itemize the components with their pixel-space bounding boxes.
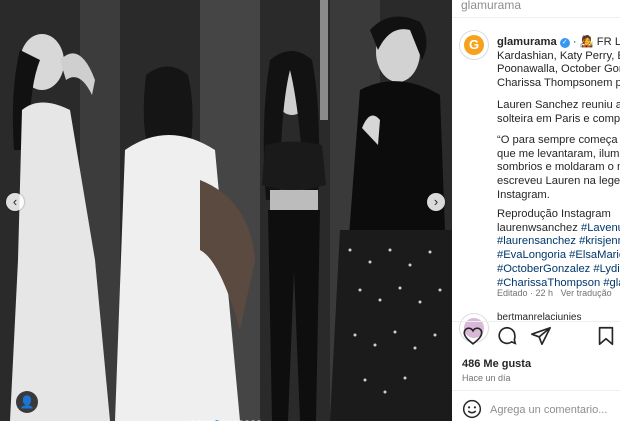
caption-text: Instagram.: [497, 188, 550, 201]
caption-text: Lauren Sanchez reuniu algun: [497, 99, 620, 111]
hashtag-link[interactable]: #laurensanchez #krisjenner #: [497, 235, 620, 249]
post-sidebar: glamurama G glamurama ✓ · 🧑‍🎤 FR Lauren …: [452, 0, 620, 421]
carousel-prev-button[interactable]: ‹: [6, 193, 24, 211]
user-tag-icon[interactable]: 👤: [16, 391, 38, 413]
post-header-username[interactable]: glamurama: [461, 0, 521, 12]
caption-text: laurenwsanchez: [497, 221, 578, 234]
header-divider: [452, 17, 620, 18]
comment-icon[interactable]: [496, 325, 518, 347]
caption-text: Charissa Thompsonem para: [497, 77, 620, 90]
photo-illustration: [0, 0, 452, 421]
see-translation-link[interactable]: Ver tradução: [561, 288, 612, 298]
caption-text: solteira em Paris e compartil: [497, 112, 620, 125]
post-timestamp: Hace un día: [462, 373, 511, 383]
likes-count[interactable]: 486 Me gusta: [462, 358, 531, 370]
author-avatar[interactable]: G: [459, 30, 489, 60]
actions-divider: [452, 321, 620, 322]
caption-text: escreveu Lauren na legenda: [497, 175, 620, 188]
caption-text: Kardashian, Katy Perry, Eva L: [497, 49, 620, 62]
caption-text: sombrios e moldaram o meu: [497, 161, 620, 174]
share-icon[interactable]: [530, 325, 552, 347]
caption-line-1: glamurama ✓ · 🧑‍🎤 FR Lauren: [497, 36, 620, 50]
carousel-indicator: [0, 413, 452, 421]
add-comment-input[interactable]: Agrega un comentario...: [490, 404, 607, 416]
edited-timestamp: Editado · 22 h: [497, 288, 554, 298]
caption-text: Poonawalla, October Gonzale: [497, 63, 620, 76]
caption-text: “O para sempre começa com: [497, 134, 620, 146]
post-photo[interactable]: ‹ › 👤: [0, 0, 452, 421]
caption-text: Reprodução Instagram: [497, 208, 611, 220]
caption-line-repro: laurenwsanchez #Lavenue: [497, 222, 620, 236]
hashtag-link[interactable]: #OctoberGonzalez #LydiaKiv: [497, 263, 620, 277]
comment-divider: [452, 390, 620, 391]
caption-username[interactable]: glamurama: [497, 36, 557, 48]
action-bar: [462, 325, 617, 349]
caption-text: que me levantaram, iluminar: [497, 147, 620, 160]
heart-icon[interactable]: [462, 325, 484, 347]
caption-text: · 🧑‍🎤 FR Lauren: [572, 36, 620, 48]
hashtag-link[interactable]: #EvaLongoria #ElsaMarieCol: [497, 249, 620, 263]
bookmark-icon[interactable]: [595, 325, 617, 347]
verified-badge: ✓: [559, 38, 570, 48]
carousel-next-button[interactable]: ›: [427, 193, 445, 211]
caption-meta: Editado · 22 h Ver tradução: [497, 288, 612, 298]
emoji-icon[interactable]: [462, 399, 482, 419]
hashtag-link[interactable]: #Lavenue: [581, 222, 620, 234]
